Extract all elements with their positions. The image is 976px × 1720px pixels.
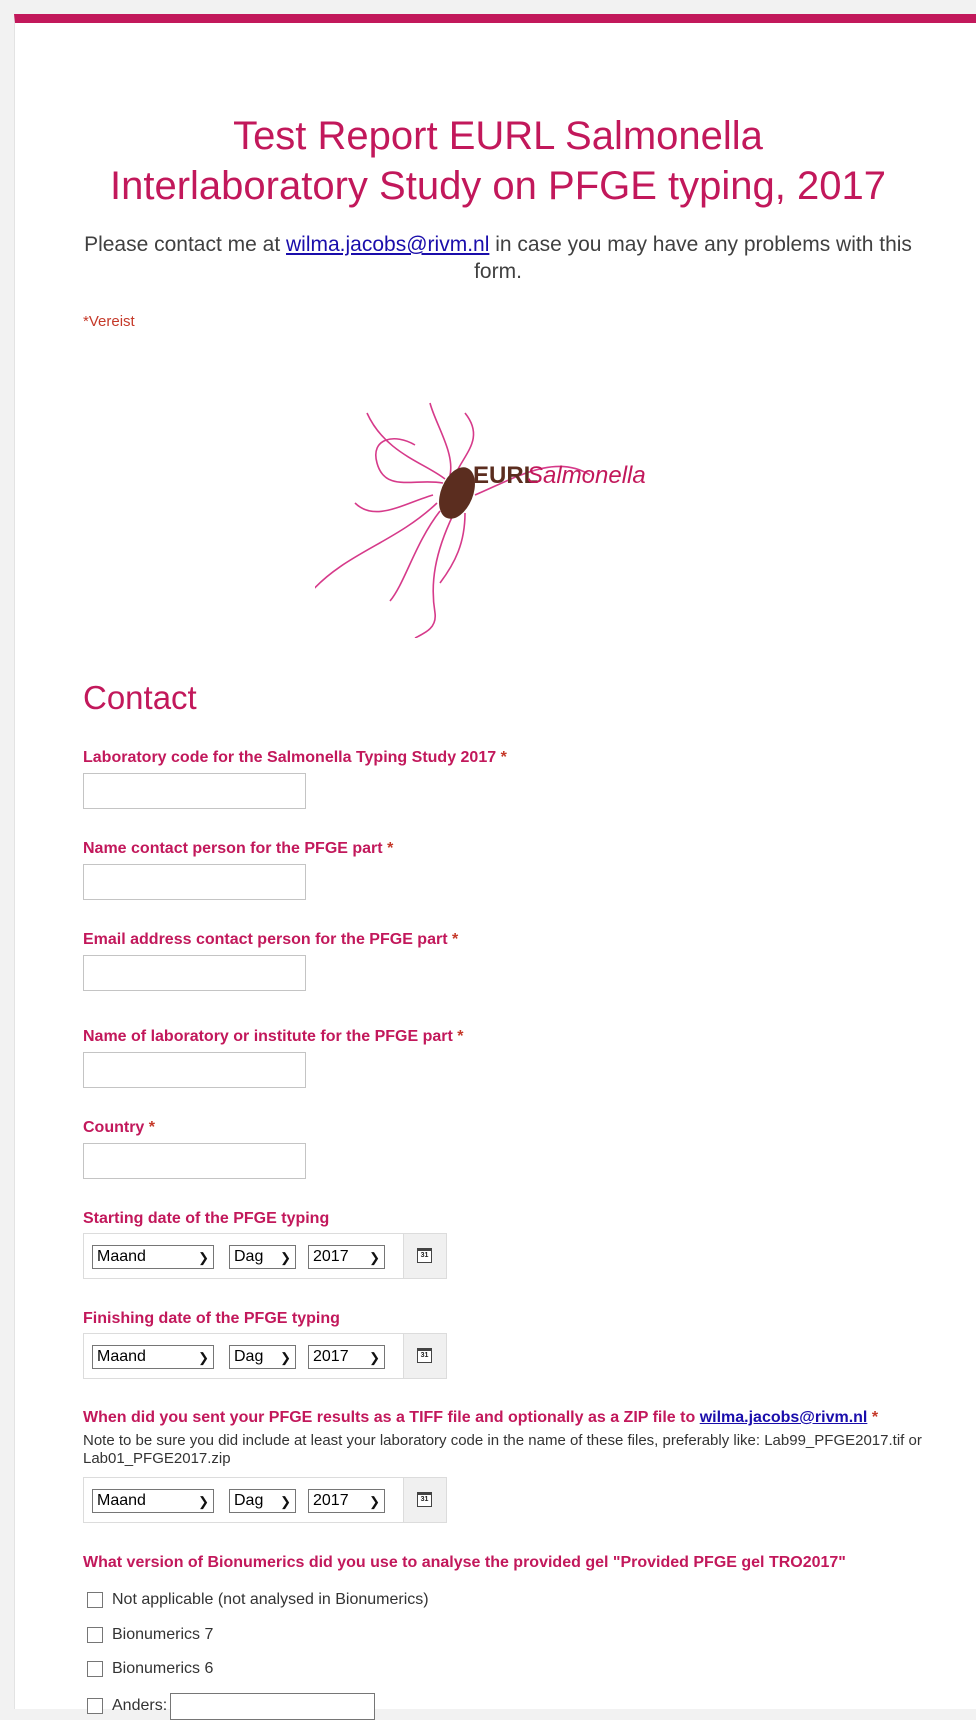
start-date-group: Maand ❯ Dag ❯ 2017 ❯ 31 [83, 1233, 447, 1279]
chevron-down-icon: ❯ [280, 1350, 291, 1365]
chevron-down-icon: ❯ [280, 1250, 291, 1265]
start-date-picker-button[interactable]: 31 [403, 1234, 446, 1278]
calendar-icon: 31 [417, 1492, 432, 1507]
description-text-end: in case you may have any problems with t… [474, 233, 912, 283]
calendar-icon: 31 [417, 1248, 432, 1263]
chevron-down-icon: ❯ [198, 1350, 209, 1365]
country-input[interactable] [83, 1143, 306, 1179]
chevron-down-icon: ❯ [369, 1494, 380, 1509]
question-label-results-sent-date: When did you sent your PFGE results as a… [83, 1409, 879, 1426]
chevron-down-icon: ❯ [369, 1350, 380, 1365]
finish-day-select[interactable]: Dag ❯ [229, 1345, 296, 1369]
required-note: *Vereist [83, 313, 135, 330]
results-date-picker-button[interactable]: 31 [403, 1478, 446, 1522]
lab-name-input[interactable] [83, 1052, 306, 1088]
contact-email-input[interactable] [83, 955, 306, 991]
form-title: Test Report EURL Salmonella Interlaborat… [15, 111, 976, 211]
start-year-select[interactable]: 2017 ❯ [308, 1245, 385, 1269]
results-email-link[interactable]: wilma.jacobs@rivm.nl [700, 1409, 868, 1426]
results-year-select[interactable]: 2017 ❯ [308, 1489, 385, 1513]
finish-date-picker-button[interactable]: 31 [403, 1334, 446, 1378]
option-not-applicable[interactable]: Not applicable (not analysed in Bionumer… [87, 1588, 429, 1612]
finish-year-select[interactable]: 2017 ❯ [308, 1345, 385, 1369]
chevron-down-icon: ❯ [198, 1494, 209, 1509]
section-title-contact: Contact [83, 679, 197, 716]
finish-date-group: Maand ❯ Dag ❯ 2017 ❯ 31 [83, 1333, 447, 1379]
option-bionumerics-6[interactable]: Bionumerics 6 [87, 1657, 213, 1681]
checkbox[interactable] [87, 1592, 103, 1608]
question-label-lab-name: Name of laboratory or institute for the … [83, 1028, 464, 1045]
chevron-down-icon: ❯ [198, 1250, 209, 1265]
question-label-bionumerics: What version of Bionumerics did you use … [83, 1554, 846, 1571]
description-text: Please contact me at [84, 233, 287, 256]
question-label-contact-email: Email address contact person for the PFG… [83, 931, 459, 948]
chevron-down-icon: ❯ [369, 1250, 380, 1265]
contact-email-link[interactable]: wilma.jacobs@rivm.nl [286, 233, 489, 256]
option-bionumerics-7[interactable]: Bionumerics 7 [87, 1623, 213, 1647]
eurl-salmonella-logo: EURL Salmonella [315, 402, 646, 638]
results-month-select[interactable]: Maand ❯ [92, 1489, 214, 1513]
question-label-lab-code: Laboratory code for the Salmonella Typin… [83, 749, 507, 766]
calendar-icon: 31 [417, 1348, 432, 1363]
checkbox[interactable] [87, 1698, 103, 1714]
logo-text-salmonella: Salmonella [527, 462, 646, 489]
results-date-group: Maand ❯ Dag ❯ 2017 ❯ 31 [83, 1477, 447, 1523]
contact-name-input[interactable] [83, 864, 306, 900]
chevron-down-icon: ❯ [280, 1494, 291, 1509]
results-day-select[interactable]: Dag ❯ [229, 1489, 296, 1513]
form-title-line2: Interlaboratory Study on PFGE typing, 20… [110, 164, 886, 208]
form-card: Test Report EURL Salmonella Interlaborat… [14, 14, 976, 1720]
start-month-select[interactable]: Maand ❯ [92, 1245, 214, 1269]
option-other[interactable]: Anders: [87, 1692, 376, 1720]
question-label-contact-name: Name contact person for the PFGE part * [83, 840, 394, 857]
form-description: Please contact me at wilma.jacobs@rivm.n… [65, 231, 931, 285]
checkbox[interactable] [87, 1627, 103, 1643]
checkbox[interactable] [87, 1661, 103, 1677]
question-label-start-date: Starting date of the PFGE typing [83, 1210, 330, 1227]
start-day-select[interactable]: Dag ❯ [229, 1245, 296, 1269]
lab-code-input[interactable] [83, 773, 306, 809]
bacterium-flagella [315, 402, 591, 638]
question-help-results-sent-date: Note to be sure you did include at least… [83, 1432, 922, 1467]
form-title-line1: Test Report EURL Salmonella [233, 114, 763, 158]
other-text-input[interactable] [170, 1692, 376, 1720]
finish-month-select[interactable]: Maand ❯ [92, 1345, 214, 1369]
question-label-country: Country * [83, 1119, 156, 1136]
question-label-finish-date: Finishing date of the PFGE typing [83, 1310, 340, 1327]
